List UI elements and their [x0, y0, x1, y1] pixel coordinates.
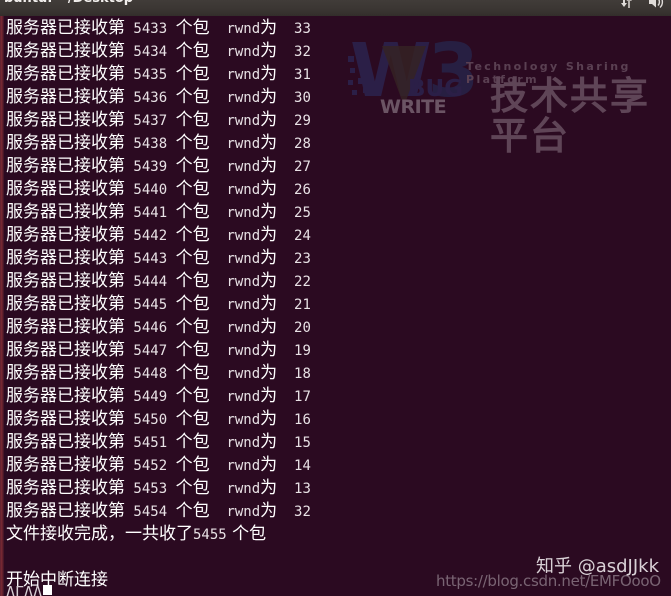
terminal-line-packet: 服务器已接收第 5453 个包 rwnd为 13: [6, 478, 311, 498]
prompt-text: ΛΓΛΛ: [6, 584, 43, 596]
terminal-line-packet: 服务器已接收第 5449 个包 rwnd为 17: [6, 386, 311, 406]
terminal-prompt-row[interactable]: ΛΓΛΛ: [6, 584, 53, 596]
terminal-line-packet: 服务器已接收第 5443 个包 rwnd为 23: [6, 248, 311, 268]
terminal-line-packet: 服务器已接收第 5437 个包 rwnd为 29: [6, 110, 311, 130]
terminal-body[interactable]: W3 BUG WRITE Technology Sharing Platform…: [0, 16, 671, 596]
terminal-line-packet: 服务器已接收第 5447 个包 rwnd为 19: [6, 340, 311, 360]
window-left-border: [0, 16, 4, 596]
terminal-line-packet: 服务器已接收第 5434 个包 rwnd为 32: [6, 41, 311, 61]
terminal-line-packet: 服务器已接收第 5448 个包 rwnd为 18: [6, 363, 311, 383]
terminal-line-packet: 服务器已接收第 5445 个包 rwnd为 21: [6, 294, 311, 314]
terminal-line-disconnect-header: 开始中断连接: [6, 570, 108, 590]
terminal-line-summary: 文件接收完成，一共收了5455 个包: [6, 524, 267, 544]
terminal-line-log: Client requests disconnection: [6, 592, 557, 596]
terminal-line-packet: 服务器已接收第 5435 个包 rwnd为 31: [6, 64, 311, 84]
terminal-line-packet: 服务器已接收第 5444 个包 rwnd为 22: [6, 271, 311, 291]
terminal-line-packet: 服务器已接收第 5441 个包 rwnd为 25: [6, 202, 311, 222]
window-title: buntu: ~/Desktop: [4, 0, 133, 6]
terminal-line-packet: 服务器已接收第 5433 个包 rwnd为 33: [6, 18, 311, 38]
terminal-line-packet: 服务器已接收第 5439 个包 rwnd为 27: [6, 156, 311, 176]
terminal-line-packet: 服务器已接收第 5438 个包 rwnd为 28: [6, 133, 311, 153]
terminal-line-packet: 服务器已接收第 5436 个包 rwnd为 30: [6, 87, 311, 107]
terminal-line-packet: 服务器已接收第 5440 个包 rwnd为 26: [6, 179, 311, 199]
volume-icon[interactable]: [647, 0, 665, 14]
terminal-line-packet: 服务器已接收第 5450 个包 rwnd为 16: [6, 409, 311, 429]
system-tray: [619, 0, 665, 14]
terminal-output: 服务器已接收第 5433 个包 rwnd为 33 服务器已接收第 5434 个包 …: [6, 17, 557, 596]
window-titlebar: buntu: ~/Desktop: [0, 0, 671, 16]
network-activity-icon[interactable]: [619, 0, 635, 14]
terminal-line-packet: 服务器已接收第 5451 个包 rwnd为 15: [6, 432, 311, 452]
terminal-window-screenshot: buntu: ~/Desktop: [0, 0, 671, 596]
terminal-line-packet: 服务器已接收第 5442 个包 rwnd为 24: [6, 225, 311, 245]
terminal-line-packet: 服务器已接收第 5454 个包 rwnd为 32: [6, 501, 311, 521]
text-cursor: [43, 585, 53, 595]
terminal-line-packet: 服务器已接收第 5446 个包 rwnd为 20: [6, 317, 311, 337]
terminal-line-packet: 服务器已接收第 5452 个包 rwnd为 14: [6, 455, 311, 475]
